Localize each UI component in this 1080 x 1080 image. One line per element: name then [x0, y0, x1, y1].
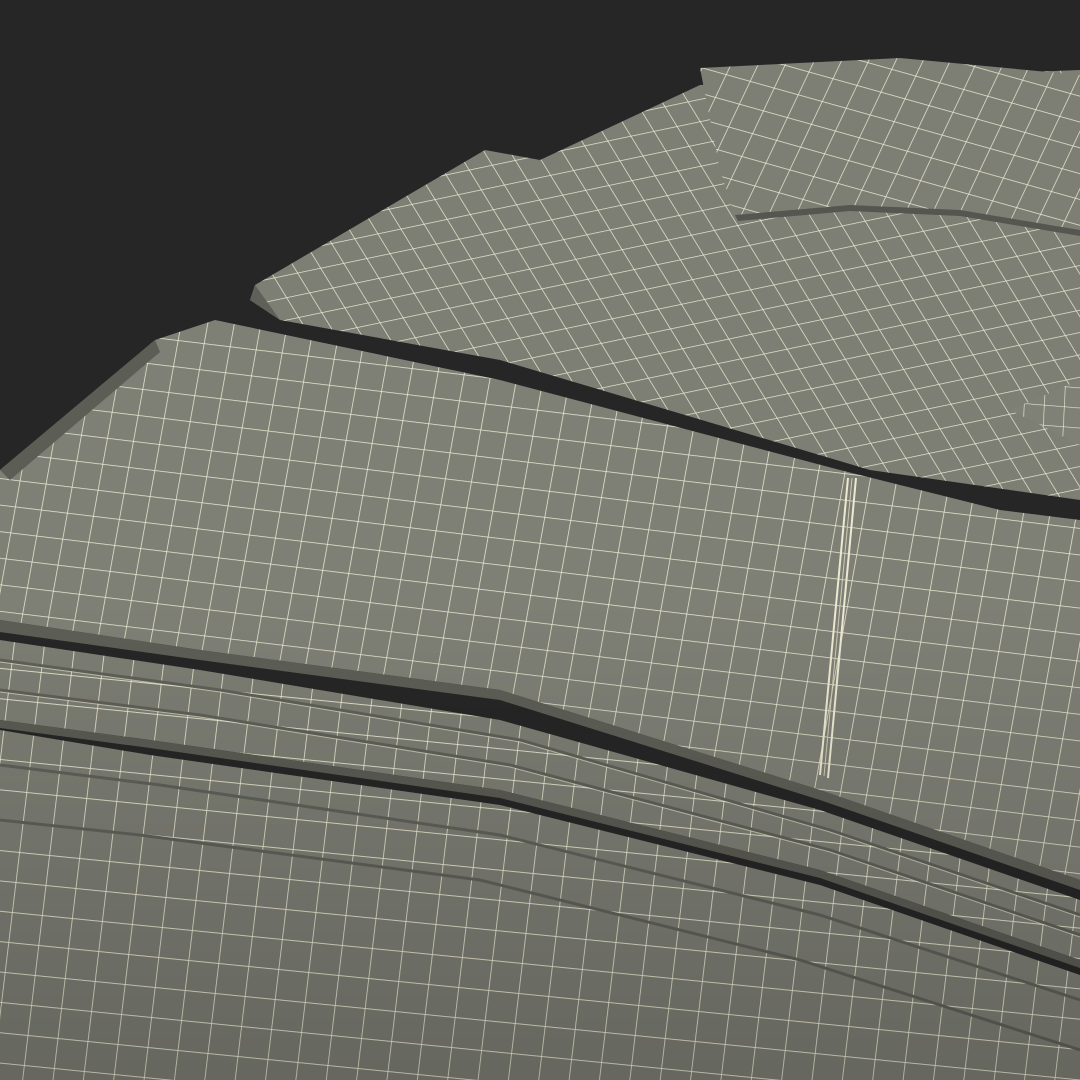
top-right-sheet — [700, 58, 1080, 230]
wireframe-paper-stack-render — [0, 0, 1080, 1080]
